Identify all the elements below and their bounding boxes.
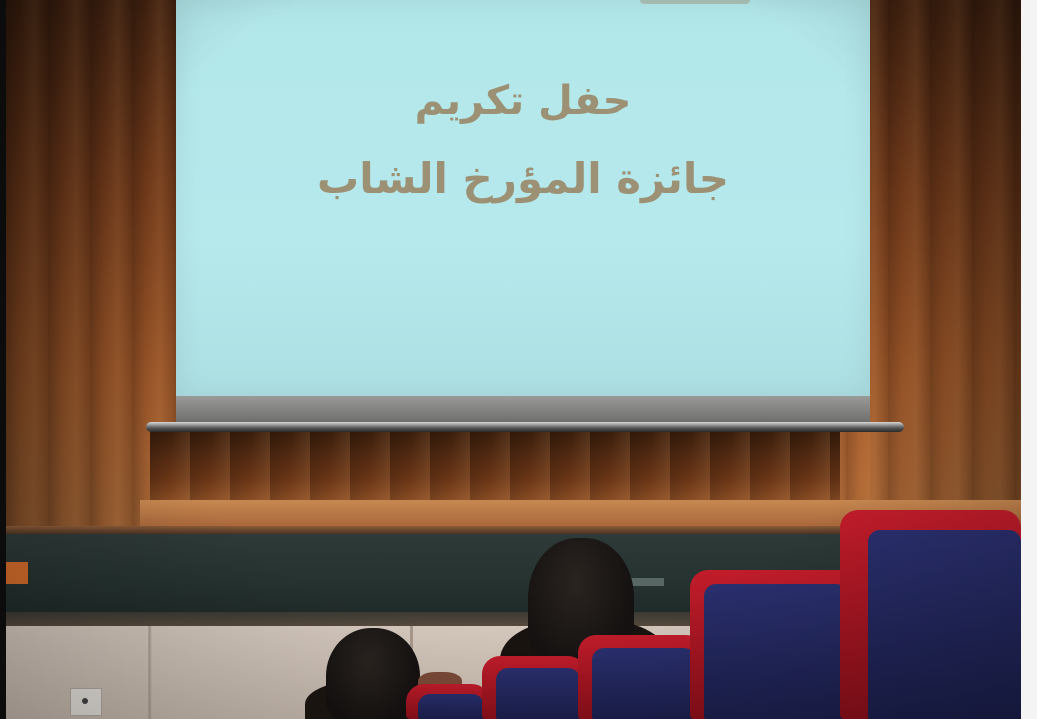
slide-cropped-text-fragment bbox=[640, 0, 750, 4]
left-frame-bar bbox=[0, 0, 6, 719]
seat-back-fabric bbox=[868, 530, 1021, 719]
stage-marker bbox=[6, 562, 28, 584]
wall-socket-hole bbox=[82, 698, 88, 704]
right-frame-bar bbox=[1021, 0, 1037, 719]
screen-bottom-band bbox=[176, 396, 870, 422]
slide-subtitle-line: جائزة المؤرخ الشاب bbox=[317, 154, 729, 203]
seat-back-fabric bbox=[704, 584, 848, 719]
seat-back-fabric bbox=[592, 648, 696, 719]
seat-back-fabric bbox=[418, 694, 484, 719]
curtain-right-shadow bbox=[870, 0, 1021, 530]
screen-roller-bar bbox=[146, 422, 904, 432]
slide-title-line: حفل تكريم bbox=[414, 78, 632, 124]
stage-small-sign bbox=[628, 578, 664, 586]
seat-back-fabric bbox=[496, 668, 580, 719]
auditorium-photo: حفل تكريم جائزة المؤرخ الشاب bbox=[0, 0, 1037, 719]
